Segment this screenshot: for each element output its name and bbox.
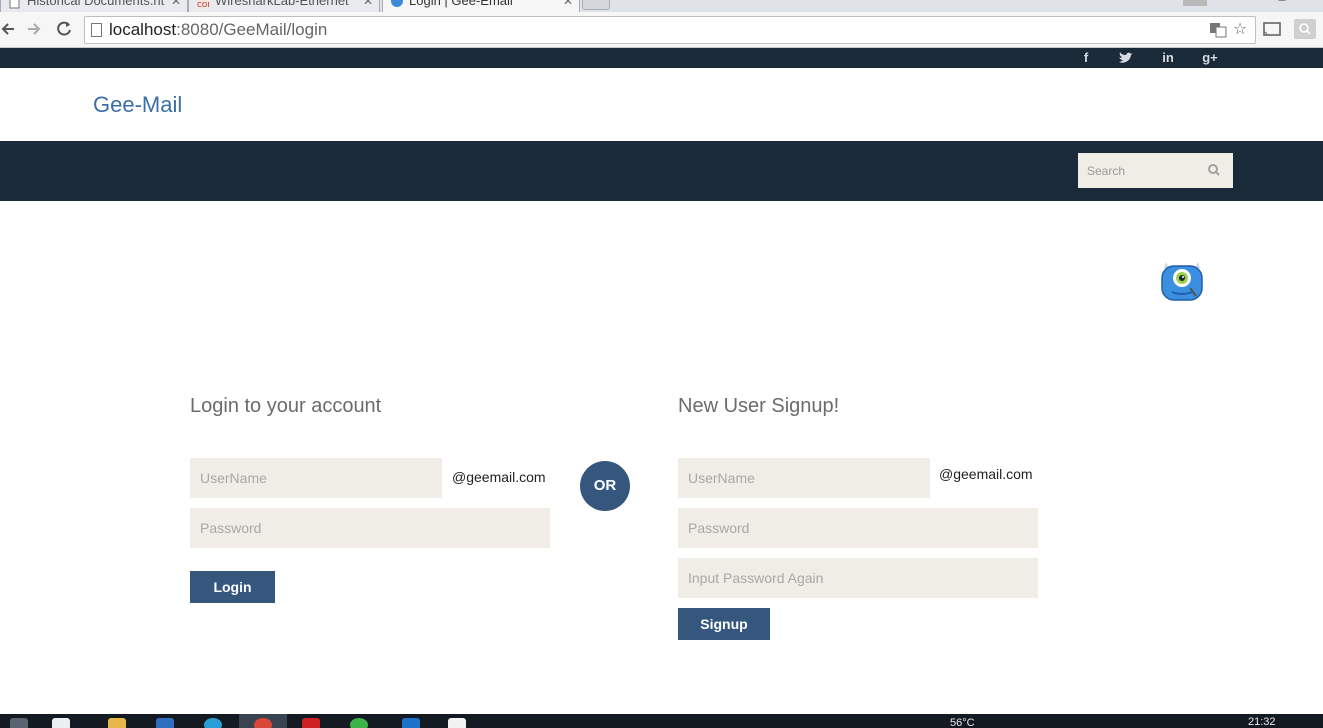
- twitter-bird-icon: [1119, 52, 1133, 63]
- translate-glyph: [1210, 23, 1227, 38]
- url-text: localhost:8080/GeeMail/login: [109, 20, 327, 40]
- facebook-icon[interactable]: f: [1077, 49, 1095, 67]
- search-extension-icon[interactable]: [1294, 19, 1316, 39]
- taskbar-ie-icon[interactable]: [204, 718, 222, 728]
- bookmark-star-icon[interactable]: ☆: [1231, 21, 1249, 39]
- search-box: [1078, 153, 1233, 188]
- url-host: localhost: [109, 20, 177, 39]
- taskbar-chrome-icon[interactable]: [254, 718, 272, 728]
- browser-toolbar: localhost:8080/GeeMail/login ☆: [0, 12, 1323, 48]
- signup-password-input[interactable]: [678, 508, 1038, 548]
- linkedin-icon[interactable]: in: [1159, 49, 1177, 67]
- googleplus-icon[interactable]: g+: [1201, 49, 1219, 67]
- signup-username-input[interactable]: [678, 458, 930, 498]
- tray-clock[interactable]: 21:32: [1248, 716, 1276, 728]
- os-taskbar: 56°C 21:32: [0, 714, 1323, 728]
- close-icon[interactable]: ✕: [363, 0, 373, 8]
- back-arrow-icon: [1, 23, 14, 35]
- main-navbar: [0, 141, 1323, 201]
- login-password-input[interactable]: [190, 508, 550, 548]
- taskbar-blue-app-icon[interactable]: [402, 718, 420, 728]
- brand-logo-link[interactable]: Gee-Mail: [93, 92, 182, 118]
- new-tab-button[interactable]: [582, 0, 610, 10]
- minimize-button[interactable]: [1183, 0, 1207, 6]
- tab-wiresharklab[interactable]: COE WiresharkLab-Ethernet ✕: [188, 0, 380, 12]
- tab-label: Login | Gee-Email: [409, 0, 513, 8]
- signup-domain-suffix: @geemail.com: [939, 466, 1033, 482]
- svg-text:COE: COE: [197, 1, 209, 9]
- or-divider: OR: [580, 461, 630, 511]
- restore-icon: [1278, 0, 1286, 1]
- page-icon: [91, 23, 102, 37]
- tab-label: Historical Documents.ht: [27, 0, 165, 8]
- taskbar-word-icon[interactable]: [156, 718, 174, 728]
- close-icon[interactable]: ✕: [171, 0, 181, 8]
- address-bar[interactable]: localhost:8080/GeeMail/login ☆: [84, 16, 1256, 44]
- back-button[interactable]: [0, 18, 22, 40]
- signup-button[interactable]: Signup: [678, 608, 770, 640]
- favicon-icon: [391, 0, 403, 7]
- tray-temperature: 56°C: [950, 717, 975, 728]
- login-domain-suffix: @geemail.com: [452, 469, 546, 485]
- monster-mascot-icon: [1161, 262, 1203, 301]
- login-title: Login to your account: [190, 395, 382, 417]
- magnifier-icon: [1299, 23, 1311, 35]
- cast-icon[interactable]: [1261, 19, 1283, 39]
- close-icon[interactable]: ✕: [563, 0, 573, 8]
- reload-icon: [57, 21, 71, 36]
- login-username-input[interactable]: [190, 458, 442, 498]
- signup-password-again-input[interactable]: [678, 558, 1038, 598]
- site-header: Gee-Mail: [0, 68, 1323, 141]
- signup-title: New User Signup!: [678, 395, 840, 417]
- tab-historical-documents[interactable]: Historical Documents.ht ✕: [0, 0, 188, 12]
- tab-login-gee-email[interactable]: Login | Gee-Email ✕: [382, 0, 580, 12]
- url-path: :8080/GeeMail/login: [176, 20, 328, 39]
- restore-button[interactable]: [1270, 0, 1294, 6]
- tab-strip: Historical Documents.ht ✕ COE WiresharkL…: [0, 0, 1323, 12]
- taskbar-start-icon[interactable]: [10, 718, 28, 728]
- taskbar-folder-icon[interactable]: [108, 718, 126, 728]
- reload-button[interactable]: [53, 18, 75, 40]
- forward-arrow-icon: [28, 23, 41, 35]
- twitter-icon[interactable]: [1117, 49, 1135, 67]
- translate-icon[interactable]: [1209, 21, 1227, 39]
- login-button[interactable]: Login: [190, 571, 275, 603]
- taskbar-pdf-icon[interactable]: [302, 718, 320, 728]
- forward-button[interactable]: [24, 18, 46, 40]
- taskbar-app-icon[interactable]: [52, 718, 70, 728]
- taskbar-notepad-icon[interactable]: [448, 718, 466, 728]
- search-input[interactable]: [1078, 153, 1207, 188]
- social-topbar: f in g+: [0, 48, 1323, 68]
- coe-icon: COE: [197, 0, 209, 9]
- taskbar-green-app-icon[interactable]: [350, 718, 368, 728]
- cast-glyph: [1263, 22, 1281, 36]
- tab-label: WiresharkLab-Ethernet: [215, 0, 349, 8]
- page-icon: [9, 0, 20, 9]
- search-icon[interactable]: [1207, 163, 1221, 177]
